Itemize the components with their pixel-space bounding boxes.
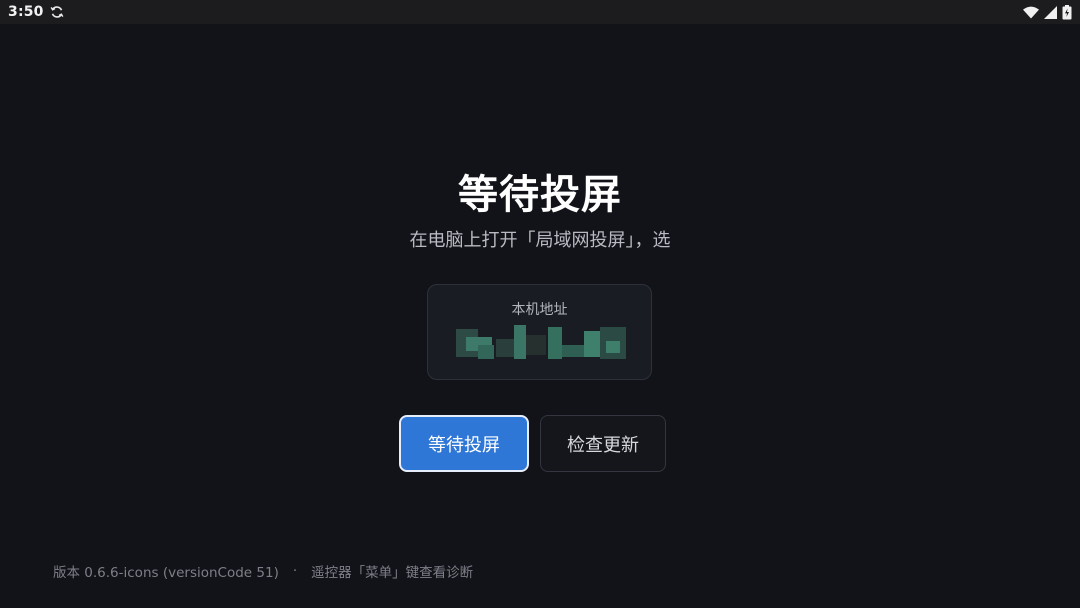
version-text: 版本 0.6.6-icons (versionCode 51)	[53, 565, 279, 581]
footer-separator: ·	[292, 563, 298, 579]
status-bar: 3:50	[0, 0, 1080, 24]
diagnostic-hint: 遥控器「菜单」键查看诊断	[311, 565, 474, 581]
address-card: 本机地址	[427, 284, 652, 380]
footer: 版本 0.6.6-icons (versionCode 51) · 遥控器「菜单…	[53, 561, 473, 581]
signal-icon	[1044, 5, 1057, 19]
sync-icon	[50, 5, 64, 19]
waiting-cast-button[interactable]: 等待投屏	[399, 415, 529, 472]
address-value-blurred	[456, 325, 626, 361]
app-screen: 3:50 等待投屏 在电脑上打开「局域网投屏」，选 本机地址 等待投屏 检查更新…	[0, 0, 1080, 608]
check-update-button[interactable]: 检查更新	[540, 415, 666, 472]
page-subtitle: 在电脑上打开「局域网投屏」，选	[409, 230, 671, 251]
battery-icon	[1062, 4, 1072, 20]
page-title: 等待投屏	[458, 172, 622, 218]
address-label: 本机地址	[511, 302, 568, 318]
status-time: 3:50	[8, 4, 44, 20]
main-content: 等待投屏 在电脑上打开「局域网投屏」，选 本机地址 等待投屏 检查更新 版本 0…	[0, 24, 1080, 608]
status-right	[1023, 4, 1072, 20]
status-left: 3:50	[8, 4, 64, 20]
wifi-icon	[1023, 6, 1039, 19]
